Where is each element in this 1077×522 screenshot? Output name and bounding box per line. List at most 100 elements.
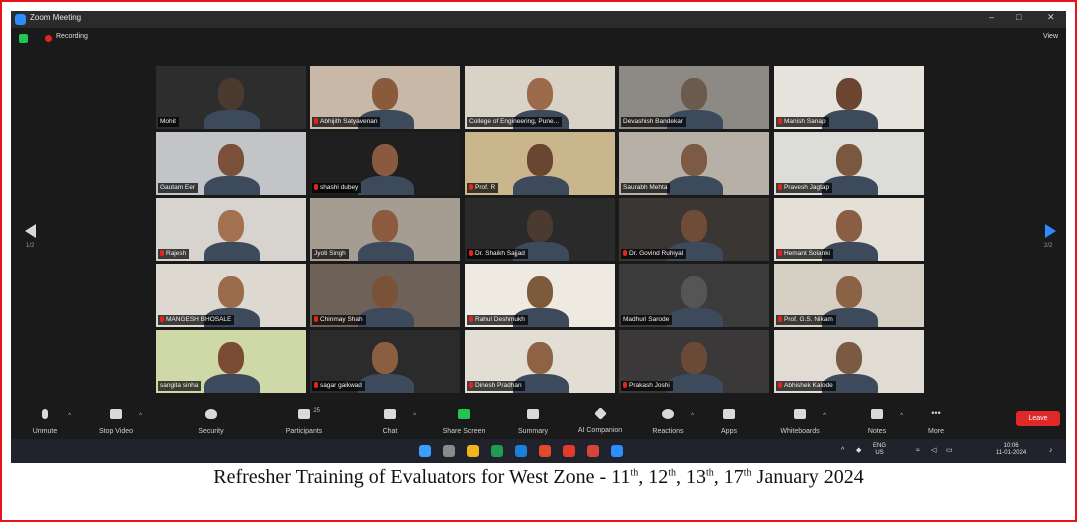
participant-video-tile[interactable]: College of Engineering, Pune...	[465, 66, 615, 129]
apps-button[interactable]: Apps	[697, 407, 761, 438]
powerpoint-icon[interactable]	[539, 445, 551, 457]
muted-mic-icon	[469, 382, 473, 388]
caption-text: , 12	[638, 466, 669, 488]
security-shield-icon[interactable]	[19, 34, 28, 43]
participant-video-tile[interactable]: Dr. Shaikh Sajjad	[465, 198, 615, 261]
participant-video-tile[interactable]: Madhuri Sarode	[619, 264, 769, 327]
reactions-icon	[662, 409, 674, 419]
participant-video-tile[interactable]: Chinmay Shah	[310, 264, 460, 327]
participant-name-label: Gautam Eer	[158, 183, 199, 193]
chevron-up-icon[interactable]: ^	[413, 413, 416, 419]
participant-video-tile[interactable]: shashi dubey	[310, 132, 460, 195]
participant-name-label: shashi dubey	[312, 183, 362, 193]
more-button[interactable]: ••• More	[904, 407, 968, 438]
recording-icon	[45, 35, 52, 42]
view-button[interactable]: View	[1043, 33, 1058, 40]
windows-start-icon[interactable]	[419, 445, 431, 457]
participant-name-label: Dr. Shaikh Sajjad	[467, 249, 528, 259]
participant-video-tile[interactable]: Devashish Bandekar	[619, 66, 769, 129]
chrome-icon[interactable]	[563, 445, 575, 457]
system-tray-icon[interactable]: ◆	[856, 447, 861, 454]
participant-name-label: Madhuri Sarode	[621, 315, 673, 325]
excel-icon[interactable]	[491, 445, 503, 457]
participant-video-tile[interactable]: Abhijith Satyavenan	[310, 66, 460, 129]
previous-page-icon[interactable]	[25, 224, 36, 238]
ai-companion-button[interactable]: AI Companion	[568, 407, 632, 437]
minimize-button[interactable]: –	[989, 12, 994, 22]
participant-shoulders	[358, 374, 414, 393]
unmute-label: Unmute	[32, 428, 58, 435]
participant-video-tile[interactable]: MANGESH BHOSALE	[156, 264, 306, 327]
participant-name-label: Abhishek Kalode	[776, 381, 836, 391]
participant-name: Abhishek Kalode	[784, 382, 833, 389]
participant-name: Dr. Govind Ruhiyal	[629, 250, 684, 257]
participant-video-tile[interactable]: Abhishek Kalode	[774, 330, 924, 393]
participant-name: Gautam Eer	[160, 184, 196, 191]
leave-button[interactable]: Leave	[1016, 411, 1060, 426]
chat-button[interactable]: Chat ^	[358, 407, 422, 438]
summary-button[interactable]: Summary	[501, 407, 565, 438]
chevron-up-icon[interactable]: ^	[823, 413, 826, 419]
caption-text: , 13	[675, 466, 706, 488]
participant-video-tile[interactable]: sagar gaikwad	[310, 330, 460, 393]
participant-video-tile[interactable]: Prof. R	[465, 132, 615, 195]
next-page-icon[interactable]	[1045, 224, 1056, 238]
participant-video-tile[interactable]: Jyoti Singh	[310, 198, 460, 261]
notification-bell-icon[interactable]: ♪	[1049, 447, 1053, 454]
chevron-up-icon[interactable]: ^	[691, 413, 694, 419]
mic-off-icon	[42, 409, 48, 419]
participant-video-tile[interactable]: sangita sinha	[156, 330, 306, 393]
participant-name: Dinesh Pradhan	[475, 382, 522, 389]
chevron-up-icon[interactable]: ^	[900, 413, 903, 419]
page-indicator-left: 1/2	[26, 243, 35, 249]
participant-video-tile[interactable]: Rahul Deshmukh	[465, 264, 615, 327]
notes-button[interactable]: Notes ^	[845, 407, 909, 438]
participant-video-tile[interactable]: Gautam Eer	[156, 132, 306, 195]
share-screen-button[interactable]: Share Screen	[432, 407, 496, 438]
participant-video-tile[interactable]: Pravesh Jagtap	[774, 132, 924, 195]
ai-companion-label: AI Companion	[577, 427, 623, 434]
participant-face	[836, 144, 862, 176]
participants-button[interactable]: Participants 25	[272, 407, 336, 438]
volume-icon[interactable]: ◁	[931, 447, 936, 454]
participant-video-tile[interactable]: Rajesh	[156, 198, 306, 261]
participant-face	[372, 144, 398, 176]
participant-video-tile[interactable]: Dinesh Pradhan	[465, 330, 615, 393]
participant-video-tile[interactable]: Prof. G.S. Nikam	[774, 264, 924, 327]
battery-icon[interactable]: ▭	[946, 447, 953, 454]
security-button[interactable]: Security	[179, 407, 243, 438]
participant-name: Rahul Deshmukh	[475, 316, 525, 323]
reactions-button[interactable]: Reactions ^	[636, 407, 700, 438]
participant-video-tile[interactable]: Mohit	[156, 66, 306, 129]
recording-label: Recording	[56, 33, 88, 40]
edge-browser-icon[interactable]	[515, 445, 527, 457]
whiteboards-button[interactable]: Whiteboards ^	[768, 407, 832, 438]
stop-video-button[interactable]: Stop Video ^	[84, 407, 148, 438]
participant-video-tile[interactable]: Saurabh Mehta	[619, 132, 769, 195]
wifi-icon[interactable]: ≈	[916, 447, 920, 454]
share-screen-label: Share Screen	[442, 428, 486, 435]
show-hidden-icons[interactable]: ^	[841, 447, 844, 454]
unmute-button[interactable]: Unmute ^	[13, 407, 77, 438]
participant-video-tile[interactable]: Prakash Joshi	[619, 330, 769, 393]
participant-name-label: Saurabh Mehta	[621, 183, 671, 193]
participant-name-label: Prakash Joshi	[621, 381, 673, 391]
chevron-up-icon[interactable]: ^	[139, 413, 142, 419]
close-button[interactable]: ✕	[1047, 12, 1055, 23]
participant-video-tile[interactable]: Manish Sanap	[774, 66, 924, 129]
maximize-button[interactable]: □	[1016, 12, 1021, 22]
file-explorer-icon[interactable]	[467, 445, 479, 457]
participant-video-tile[interactable]: Hemant Solanki	[774, 198, 924, 261]
language-code: ENG	[873, 443, 887, 449]
clock-date: 11-01-2024	[996, 450, 1027, 456]
app-icon[interactable]	[587, 445, 599, 457]
task-view-icon[interactable]	[443, 445, 455, 457]
chevron-up-icon[interactable]: ^	[68, 413, 71, 419]
muted-mic-icon	[469, 316, 473, 322]
muted-mic-icon	[469, 184, 473, 190]
clock[interactable]: 10:06 11-01-2024	[996, 443, 1026, 457]
language-indicator[interactable]: ENG US	[873, 443, 886, 457]
participant-video-tile[interactable]: Dr. Govind Ruhiyal	[619, 198, 769, 261]
participant-shoulders	[822, 110, 878, 129]
zoom-taskbar-icon[interactable]	[611, 445, 623, 457]
